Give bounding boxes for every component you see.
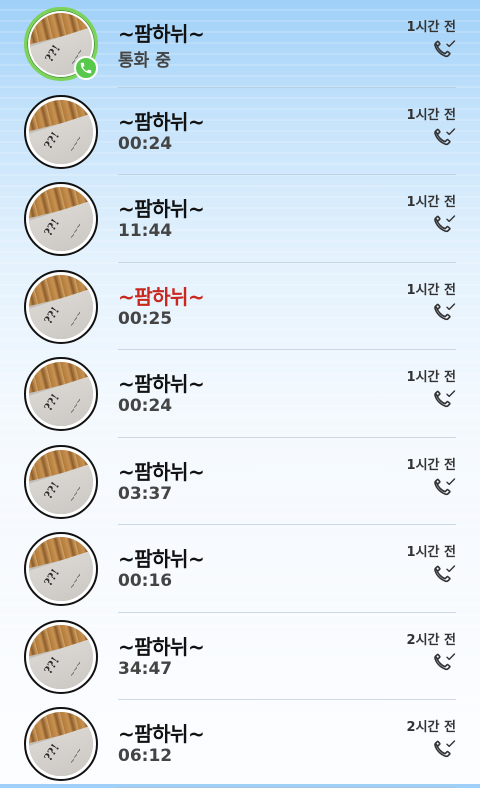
call-detail: 00:16	[118, 571, 173, 591]
call-detail: 06:12	[118, 746, 173, 766]
call-time: 2시간 전	[406, 632, 456, 648]
contact-name: ~팜하뉘~	[118, 197, 205, 221]
contact-avatar[interactable]: ??! ~~~	[24, 444, 98, 519]
call-row[interactable]: ??! ~~~ ~팜하뉘~ 00:16 1시간 전	[0, 525, 480, 613]
call-row[interactable]: ??! ~~~ ~팜하뉘~ 통화 중 1시간 전	[0, 0, 480, 88]
call-detail: 00:25	[118, 308, 173, 329]
phone-check-icon	[434, 302, 456, 320]
contact-avatar[interactable]: ??! ~~~	[24, 182, 98, 256]
contact-name: ~팜하뉘~	[118, 372, 205, 396]
phone-check-icon	[434, 127, 456, 145]
avatar-photo: ??! ~~~	[29, 449, 93, 514]
avatar-photo: ??! ~~~	[29, 624, 93, 689]
contact-avatar[interactable]: ??! ~~~	[24, 269, 98, 344]
avatar-photo: ??! ~~~	[29, 362, 93, 426]
call-time: 1시간 전	[406, 370, 456, 385]
call-time: 1시간 전	[406, 282, 456, 298]
call-row[interactable]: ??! ~~~ ~팜하뉘~ 11:44 1시간 전	[0, 175, 480, 263]
contact-name: ~팜하뉘~	[118, 459, 205, 484]
call-row[interactable]: ??! ~~~ ~팜하뉘~ 00:24 1시간 전	[0, 88, 480, 175]
phone-check-icon	[434, 565, 456, 583]
phone-check-icon	[434, 652, 456, 670]
phone-check-icon	[434, 215, 456, 233]
call-time: 1시간 전	[406, 107, 456, 123]
call-row[interactable]: ??! ~~~ ~팜하뉘~ 00:24 1시간 전	[0, 350, 480, 438]
phone-icon	[74, 56, 98, 80]
contact-name: ~팜하뉘~	[118, 722, 205, 746]
call-time: 1시간 전	[406, 545, 456, 560]
call-time: 1시간 전	[406, 20, 456, 35]
call-time: 1시간 전	[406, 457, 456, 473]
call-detail: 00:24	[118, 133, 173, 154]
avatar-photo: ??! ~~~	[29, 187, 93, 251]
phone-check-icon	[434, 740, 456, 758]
avatar-photo: ??! ~~~	[29, 712, 93, 776]
call-row[interactable]: ??! ~~~ ~팜하뉘~ 34:47 2시간 전	[0, 613, 480, 700]
call-row[interactable]: ??! ~~~ ~팜하뉘~ 03:37 1시간 전	[0, 438, 480, 525]
phone-check-icon	[434, 477, 456, 495]
call-row[interactable]: ??! ~~~ ~팜하뉘~ 00:25 1시간 전	[0, 263, 480, 350]
contact-name: ~팜하뉘~	[118, 284, 205, 309]
call-history-list: ??! ~~~ ~팜하뉘~ 통화 중 1시간 전 ??! ~~~ ~팜하뉘~ 0…	[0, 0, 480, 788]
call-time: 1시간 전	[406, 195, 456, 210]
contact-avatar[interactable]: ??! ~~~	[24, 532, 98, 606]
contact-avatar[interactable]: ??! ~~~	[24, 707, 98, 781]
call-row[interactable]: ??! ~~~ ~팜하뉘~ 06:12 2시간 전	[0, 700, 480, 788]
call-detail: 통화 중	[118, 51, 171, 71]
avatar-photo: ??! ~~~	[29, 99, 93, 164]
call-detail: 00:24	[118, 396, 173, 416]
contact-avatar[interactable]: ??! ~~~	[24, 619, 98, 694]
contact-name: ~팜하뉘~	[118, 547, 205, 571]
contact-name: ~팜하뉘~	[118, 22, 205, 46]
phone-check-icon	[434, 390, 456, 408]
avatar-photo: ??! ~~~	[29, 537, 93, 601]
avatar-photo: ??! ~~~	[29, 274, 93, 339]
call-detail: 11:44	[118, 221, 173, 241]
call-detail: 34:47	[118, 658, 173, 679]
contact-avatar[interactable]: ??! ~~~	[24, 357, 98, 431]
call-detail: 03:37	[118, 483, 173, 504]
contact-name: ~팜하뉘~	[118, 634, 205, 659]
call-time: 2시간 전	[406, 720, 456, 735]
contact-name: ~팜하뉘~	[118, 109, 205, 134]
contact-avatar[interactable]: ??! ~~~	[24, 94, 98, 169]
phone-check-icon	[434, 40, 456, 58]
row-divider	[118, 786, 456, 788]
